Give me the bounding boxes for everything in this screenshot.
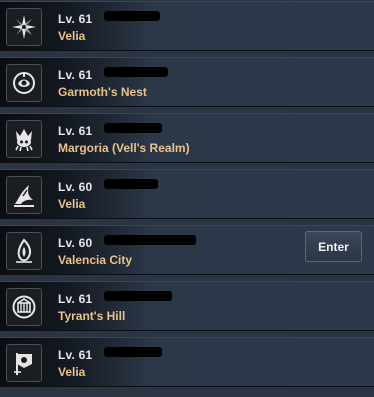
- server-level: Lv. 61: [58, 348, 93, 362]
- redacted-name: [104, 123, 162, 133]
- server-level: Lv. 61: [58, 68, 93, 82]
- fortress-gate-icon: [12, 295, 36, 319]
- server-name: Garmoth's Nest: [58, 85, 147, 99]
- server-icon-frame: [6, 344, 42, 382]
- server-level: Lv. 61: [58, 124, 93, 138]
- server-level: Lv. 60: [58, 180, 93, 194]
- server-icon-frame: [6, 8, 42, 46]
- redacted-name: [104, 179, 158, 189]
- server-row-valencia-city[interactable]: Lv. 60 Valencia City Enter: [0, 225, 374, 275]
- star-compass-icon: [12, 15, 36, 39]
- redacted-name: [104, 291, 172, 301]
- server-row-velia-3[interactable]: Lv. 61 Velia: [0, 337, 374, 387]
- server-row-garmoths-nest[interactable]: Lv. 61 Garmoth's Nest: [0, 57, 374, 107]
- server-name: Velia: [58, 197, 86, 211]
- server-icon-frame: [6, 288, 42, 326]
- server-icon-frame: [6, 120, 42, 158]
- server-row-velia[interactable]: Lv. 61 Velia: [0, 1, 374, 51]
- dragon-eye-icon: [13, 72, 35, 94]
- server-level: Lv. 60: [58, 236, 93, 250]
- server-icon-frame: [6, 64, 42, 102]
- redacted-name: [104, 235, 196, 245]
- redacted-name: [104, 347, 162, 357]
- wing-crest-icon: [14, 185, 34, 207]
- server-name: Valencia City: [58, 253, 133, 267]
- enter-button[interactable]: Enter: [305, 231, 362, 262]
- redacted-name: [104, 67, 168, 77]
- kraken-crest-icon: [15, 129, 33, 152]
- redacted-name: [104, 11, 160, 21]
- server-icon-frame: [6, 176, 42, 214]
- server-level: Lv. 61: [58, 292, 93, 306]
- flame-crest-icon: [16, 238, 32, 263]
- server-list: Lv. 61 Velia Lv. 61 Garmoth's Nest Lv. 6…: [0, 0, 374, 397]
- server-name: Margoria (Vell's Realm): [58, 141, 190, 155]
- server-icon-frame: [6, 232, 42, 270]
- server-level: Lv. 61: [58, 12, 93, 26]
- server-row-tyrants-hill[interactable]: Lv. 61 Tyrant's Hill: [0, 281, 374, 331]
- server-name: Velia: [58, 365, 86, 379]
- server-row-margoria[interactable]: Lv. 61 Margoria (Vell's Realm): [0, 113, 374, 163]
- server-row-velia-2[interactable]: Lv. 60 Velia: [0, 169, 374, 219]
- server-name: Tyrant's Hill: [58, 309, 126, 323]
- banner-crest-icon: [14, 353, 32, 375]
- server-name: Velia: [58, 29, 86, 43]
